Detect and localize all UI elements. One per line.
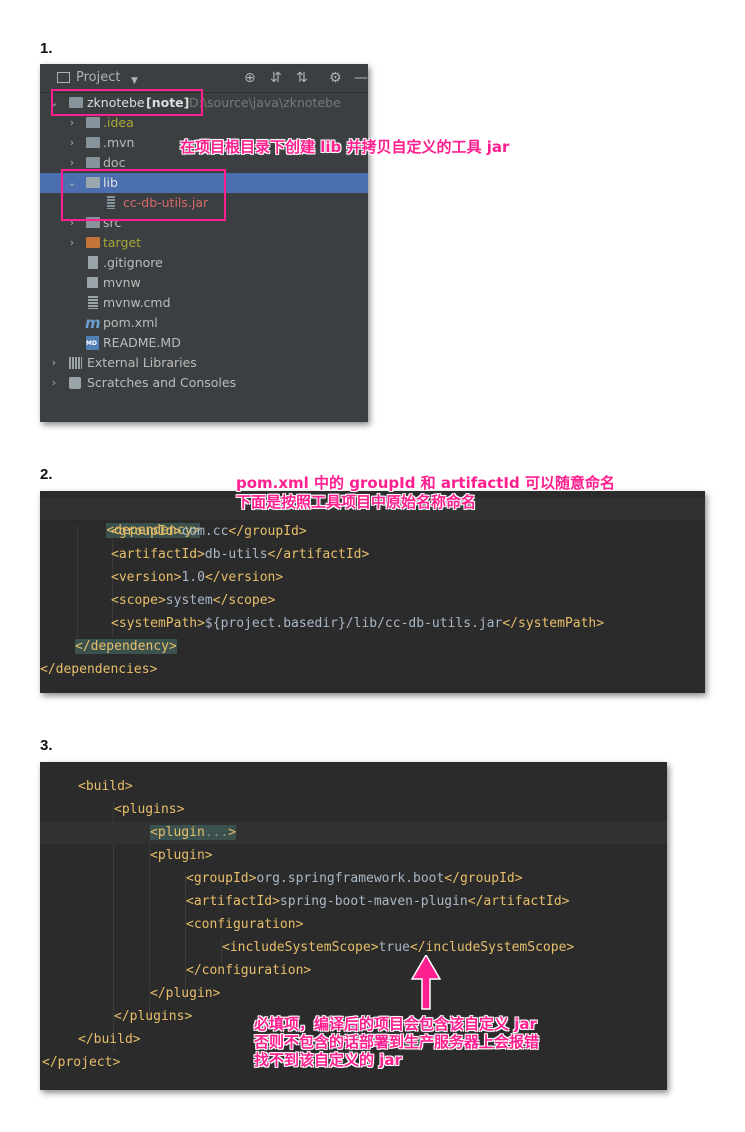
tree-item-external-libraries[interactable]: › External Libraries bbox=[40, 353, 368, 373]
tree-item-label: External Libraries bbox=[87, 355, 197, 370]
code-line: </project> bbox=[42, 1055, 121, 1070]
step-3-annotation-line-3: 找不到该自定义的 jar bbox=[254, 1051, 402, 1069]
step-3-annotation-line-1: 必填项，编译后的项目会包含该自定义 jar bbox=[254, 1015, 537, 1033]
root-highlight-box bbox=[51, 89, 203, 116]
tree-item-scratches[interactable]: › Scratches and Consoles bbox=[40, 373, 368, 393]
view-dropdown-icon[interactable]: ▼ bbox=[131, 73, 138, 89]
code-line: </dependencies> bbox=[40, 662, 158, 677]
code-line: <artifactId>db-utils</artifactId> bbox=[111, 547, 370, 562]
code-line: <systemPath>${project.basedir}/lib/cc-db… bbox=[111, 616, 605, 631]
terminal-icon bbox=[87, 277, 98, 288]
code-line-folded-plugin[interactable]: <plugin...> bbox=[40, 822, 667, 844]
code-line: </plugins> bbox=[114, 1009, 193, 1024]
settings-gear-icon[interactable]: ⚙ bbox=[329, 70, 342, 86]
tree-item-label: target bbox=[103, 235, 142, 250]
code-line: <scope>system</scope> bbox=[111, 593, 276, 608]
root-path: D:\source\java\zknotebe bbox=[189, 95, 341, 110]
tree-item-label: mvnw bbox=[103, 275, 141, 290]
folder-icon bbox=[86, 137, 100, 148]
code-line: <groupId>com.cc</groupId> bbox=[111, 524, 307, 539]
expand-all-icon[interactable]: ⇵ bbox=[270, 70, 282, 86]
code-line: </build> bbox=[78, 1032, 141, 1047]
project-tool-window: Project ▼ ⊕ ⇵ ⇅ ⚙ — ⌄ zknotebe [note] D:… bbox=[40, 64, 368, 422]
tree-item-mvnw[interactable]: mvnw bbox=[40, 273, 368, 293]
chevron-right-icon[interactable]: › bbox=[48, 353, 60, 373]
code-line: </plugin> bbox=[150, 986, 221, 1001]
tree-item-readme[interactable]: MD README.MD bbox=[40, 333, 368, 353]
md-badge: MD bbox=[86, 340, 97, 347]
tree-item-label: .mvn bbox=[103, 135, 135, 150]
step-2-label: 2. bbox=[40, 466, 53, 483]
scratches-icon bbox=[69, 377, 81, 389]
project-view-icon bbox=[57, 72, 70, 83]
code-line: <artifactId>spring-boot-maven-plugin</ar… bbox=[186, 894, 570, 909]
tree-item-label: .idea bbox=[103, 115, 134, 130]
chevron-right-icon[interactable]: › bbox=[66, 233, 78, 253]
code-line: <version>1.0</version> bbox=[111, 570, 284, 585]
tree-item-target[interactable]: › target bbox=[40, 233, 368, 253]
tree-item-idea[interactable]: › .idea bbox=[40, 113, 368, 133]
step-2-annotation-line-1: pom.xml 中的 groupId 和 artifactId 可以随意命名 bbox=[236, 474, 615, 492]
tree-item-label: Scratches and Consoles bbox=[87, 375, 237, 390]
chevron-right-icon[interactable]: › bbox=[66, 113, 78, 133]
pointer-arrow-icon bbox=[410, 955, 442, 1010]
maven-icon: m bbox=[85, 314, 101, 332]
folder-icon bbox=[86, 237, 100, 248]
tree-item-gitignore[interactable]: .gitignore bbox=[40, 253, 368, 273]
libraries-icon bbox=[69, 357, 82, 369]
code-line: <plugins> bbox=[114, 802, 185, 817]
collapse-all-icon[interactable]: ⇅ bbox=[296, 70, 308, 86]
step-3-annotation-line-2: 否则不包含的话部署到生产服务器上会报错 bbox=[254, 1033, 540, 1051]
file-icon bbox=[88, 256, 98, 269]
step-1-annotation: 在项目根目录下创建 lib 并拷贝自定义的工具 jar bbox=[180, 138, 510, 156]
chevron-right-icon[interactable]: › bbox=[66, 133, 78, 153]
tree-item-label: .gitignore bbox=[103, 255, 163, 270]
code-line: <build> bbox=[78, 779, 133, 794]
locate-icon[interactable]: ⊕ bbox=[244, 70, 256, 86]
code-line: </configuration> bbox=[186, 963, 312, 978]
tree-item-mvnw-cmd[interactable]: mvnw.cmd bbox=[40, 293, 368, 313]
folded-plugin-tag[interactable]: <plugin...> bbox=[150, 825, 237, 840]
code-editor-dependency[interactable]: <dependency> <groupId>com.cc</groupId> <… bbox=[40, 491, 705, 693]
tree-item-label: pom.xml bbox=[103, 315, 158, 330]
folder-icon bbox=[86, 117, 100, 128]
step-3-label: 3. bbox=[40, 737, 53, 754]
code-line: </dependency> bbox=[75, 639, 177, 654]
step-1-label: 1. bbox=[40, 40, 53, 57]
code-line: <includeSystemScope>true</includeSystemS… bbox=[222, 940, 575, 955]
hide-panel-icon[interactable]: — bbox=[354, 70, 368, 86]
file-icon bbox=[88, 296, 98, 309]
step-2-annotation-line-2: 下面是按照工具项目中原始名称命名 bbox=[236, 493, 477, 511]
folder-icon bbox=[86, 157, 100, 168]
lib-highlight-box bbox=[61, 169, 226, 221]
code-line: <groupId>org.springframework.boot</group… bbox=[186, 871, 523, 886]
code-line: <plugin> bbox=[150, 848, 213, 863]
code-line: <configuration> bbox=[186, 917, 304, 932]
chevron-right-icon[interactable]: › bbox=[48, 373, 60, 393]
tree-item-label: README.MD bbox=[103, 335, 181, 350]
tree-item-pom[interactable]: m pom.xml bbox=[40, 313, 368, 333]
tree-item-label: mvnw.cmd bbox=[103, 295, 171, 310]
project-view-title[interactable]: Project bbox=[76, 70, 120, 86]
